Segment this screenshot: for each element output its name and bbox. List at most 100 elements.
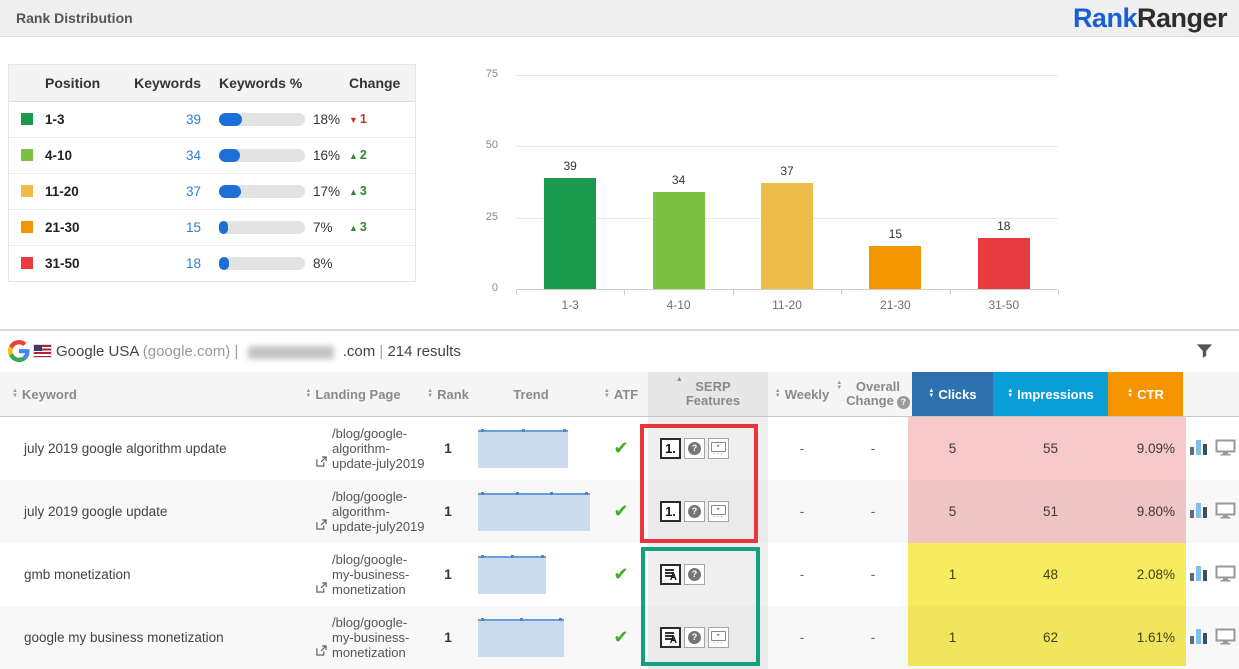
impressions-value: 62 <box>1043 630 1058 645</box>
rank-distribution-table: Position Keywords Keywords % Change 1-33… <box>8 64 416 282</box>
chart-x-category-label: 11-20 <box>733 298 841 312</box>
serp-related-questions-icon: ? <box>684 438 705 459</box>
chart-x-tick <box>516 290 517 295</box>
source-bar: Google USA (google.com) | .com | 214 res… <box>0 332 1239 371</box>
trend-sparkline[interactable] <box>478 556 546 594</box>
sparkline-marker <box>481 429 484 432</box>
chart-x-category-label: 4-10 <box>625 298 733 312</box>
rank-value: 1 <box>444 630 452 645</box>
col-header-landing-page[interactable]: ▲▼ Landing Page <box>278 372 428 416</box>
bar-chart-icon[interactable] <box>1189 628 1209 648</box>
col-keywords: Keywords <box>129 65 201 101</box>
position-color-swatch <box>21 257 33 269</box>
change-value: ▼1 <box>349 102 367 138</box>
chart-ytick-label: 0 <box>460 282 498 294</box>
keyword-cell[interactable]: july 2019 google algorithm update <box>0 417 270 480</box>
clicks-value: 5 <box>949 504 957 519</box>
keywords-count-link[interactable]: 39 <box>129 102 201 137</box>
col-header-serp-features[interactable]: ▲ SERP Features <box>648 372 768 416</box>
position-color-swatch <box>21 221 33 233</box>
section-divider <box>0 329 1239 331</box>
external-link-icon[interactable] <box>316 581 327 596</box>
impressions-cell: 48 <box>993 543 1108 606</box>
col-header-trend: Trend <box>468 372 594 416</box>
keywords-count-link[interactable]: 18 <box>129 246 201 281</box>
trend-sparkline[interactable] <box>478 430 568 468</box>
serp-featured-snippet-icon: A <box>660 564 681 585</box>
col-position: Position <box>45 65 100 101</box>
external-link-icon[interactable] <box>316 455 327 470</box>
overall-change-cell: - <box>834 606 912 669</box>
col-header-atf[interactable]: ▲▼ ATF <box>594 372 648 416</box>
weekly-value: - <box>800 441 805 456</box>
keywords-pct-bar-fill <box>219 257 229 270</box>
external-link-icon[interactable] <box>316 644 327 659</box>
col-header-overall-change[interactable]: ▲▼ Overall Change? <box>834 372 912 416</box>
trend-cell <box>468 417 594 480</box>
landing-page-link[interactable]: /blog/google-my-business-monetization <box>332 615 409 660</box>
col-header-keyword[interactable]: ▲▼ Keyword <box>0 372 270 416</box>
landing-page-link[interactable]: /blog/google-my-business-monetization <box>332 552 409 597</box>
landing-page-line: monetization <box>332 645 409 660</box>
col-header-ctr[interactable]: ▲▼ CTR <box>1108 372 1183 416</box>
keywords-pct-bar <box>219 221 305 234</box>
chart-x-category-label: 31-50 <box>950 298 1058 312</box>
sparkline-marker <box>481 618 484 621</box>
sparkline-marker <box>563 429 566 432</box>
chart-bar <box>653 192 705 289</box>
clicks-cell: 5 <box>912 480 993 543</box>
trend-sparkline[interactable] <box>478 493 590 531</box>
row-tools-cell <box>1186 417 1239 480</box>
keyword-cell[interactable]: july 2019 google update <box>0 480 270 543</box>
bar-chart-icon[interactable] <box>1189 502 1209 522</box>
serp-features-cell: 1.?▸··· <box>648 480 768 543</box>
filter-funnel-icon[interactable] <box>1196 343 1213 364</box>
keywords-count-link[interactable]: 34 <box>129 138 201 173</box>
chart-bar-value-label: 39 <box>544 159 596 173</box>
change-value: ▲3 <box>349 174 367 210</box>
keyword-cell[interactable]: gmb monetization <box>0 543 270 606</box>
ctr-cell: 9.09% <box>1108 417 1183 480</box>
rank-cell: 1 <box>428 417 468 480</box>
keyword-text: july 2019 google algorithm update <box>12 441 227 456</box>
monitor-icon[interactable] <box>1215 628 1236 648</box>
serp-featured-snippet-icon: A <box>660 627 681 648</box>
keyword-cell[interactable]: google my business monetization <box>0 606 270 669</box>
col-header-weekly[interactable]: ▲▼ Weekly <box>770 372 834 416</box>
trend-sparkline[interactable] <box>478 619 564 657</box>
monitor-icon[interactable] <box>1215 439 1236 459</box>
col-header-impressions[interactable]: ▲▼ Impressions <box>993 372 1108 416</box>
atf-check-icon: ✔ <box>613 564 628 585</box>
keywords-pct-bar <box>219 185 305 198</box>
monitor-icon[interactable] <box>1215 502 1236 522</box>
col-keywords-pct: Keywords % <box>219 65 302 101</box>
chart-x-tick <box>1058 290 1059 295</box>
keywords-count-link[interactable]: 15 <box>129 210 201 245</box>
bar-chart-icon[interactable] <box>1189 439 1209 459</box>
help-icon[interactable]: ? <box>897 396 910 409</box>
weekly-value: - <box>800 504 805 519</box>
keyword-table-row: july 2019 google algorithm update/blog/g… <box>0 417 1239 481</box>
ctr-value: 2.08% <box>1137 567 1175 582</box>
sparkline-marker <box>559 618 562 621</box>
monitor-icon[interactable] <box>1215 565 1236 585</box>
rank-cell: 1 <box>428 606 468 669</box>
chart-bar-value-label: 15 <box>869 227 921 241</box>
col-header-clicks[interactable]: ▲▼ Clicks <box>912 372 993 416</box>
page-title: Rank Distribution <box>16 0 133 36</box>
position-label: 31-50 <box>45 246 80 281</box>
landing-page-link[interactable]: /blog/google-algorithm-update-july2019 <box>332 489 425 534</box>
weekly-cell: - <box>770 480 834 543</box>
landing-page-line: /blog/google- <box>332 426 425 441</box>
external-link-icon[interactable] <box>316 518 327 533</box>
sort-icon: ▲▼ <box>1127 389 1133 399</box>
landing-page-line: algorithm- <box>332 504 425 519</box>
triangle-down-icon: ▼ <box>349 115 358 125</box>
keywords-count-link[interactable]: 37 <box>129 174 201 209</box>
chart-x-tick <box>624 290 625 295</box>
bar-chart-icon[interactable] <box>1189 565 1209 585</box>
col-header-rank[interactable]: ▲▼ Rank <box>428 372 468 416</box>
landing-page-link[interactable]: /blog/google-algorithm-update-july2019 <box>332 426 425 471</box>
chart-ytick-label: 75 <box>460 68 498 80</box>
atf-check-icon: ✔ <box>613 501 628 522</box>
